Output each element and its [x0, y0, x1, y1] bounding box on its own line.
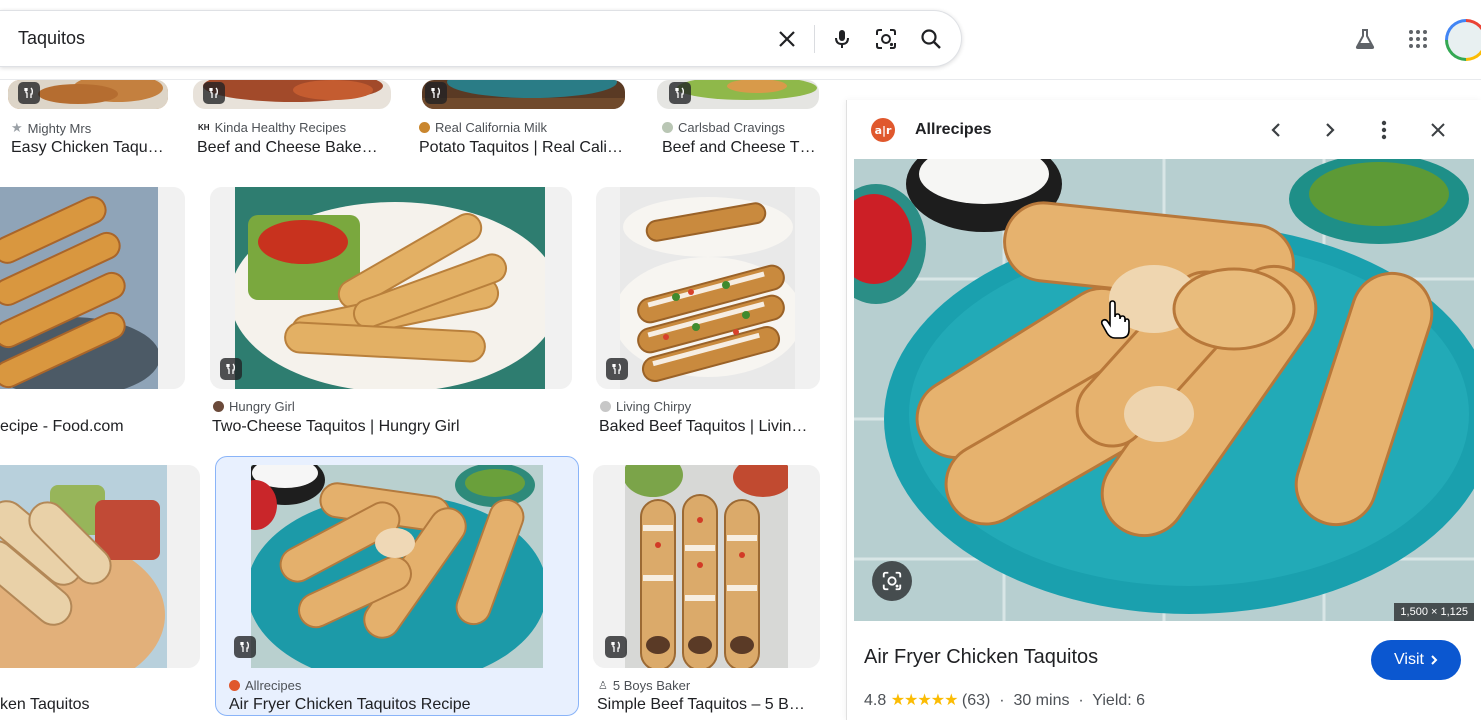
site-logo-icon — [600, 401, 611, 412]
account-avatar[interactable] — [1445, 19, 1481, 61]
recipe-icon — [18, 82, 40, 104]
panel-title[interactable]: Air Fryer Chicken Taquitos — [864, 646, 1098, 669]
microphone-icon[interactable] — [828, 25, 856, 53]
image-preview-panel: a|r Allrecipes 1,500 × 1,125 Air Fryer C… — [846, 100, 1481, 720]
panel-source-name[interactable]: Allrecipes — [915, 121, 991, 139]
site-logo-icon: KH — [198, 123, 210, 132]
site-logo-icon: ♙ — [598, 680, 608, 692]
result-source[interactable]: Carlsbad Cravings — [662, 120, 785, 135]
result-title[interactable]: ken Taquitos — [0, 696, 180, 714]
hand-cursor-icon — [1100, 300, 1130, 339]
chevron-right-icon — [1431, 655, 1438, 665]
result-thumbnail[interactable] — [210, 187, 572, 389]
result-thumbnail[interactable] — [596, 187, 820, 389]
result-source[interactable]: KH Kinda Healthy Recipes — [198, 120, 346, 135]
close-icon[interactable] — [1424, 116, 1452, 144]
source-logo[interactable]: a|r — [871, 118, 895, 142]
result-title[interactable]: Easy Chicken Taqu… — [11, 139, 181, 157]
preview-image[interactable]: 1,500 × 1,125 — [854, 159, 1474, 621]
meta-separator: · — [999, 692, 1005, 709]
image-dimensions: 1,500 × 1,125 — [1394, 603, 1474, 621]
visit-button[interactable]: Visit — [1371, 640, 1461, 680]
rating-value: 4.8 — [864, 692, 887, 709]
result-source[interactable]: Real California Milk — [419, 120, 547, 135]
visual-search-icon[interactable] — [872, 561, 912, 601]
result-title[interactable]: Air Fryer Chicken Taquitos Recipe — [229, 696, 559, 714]
recipe-meta: 4.8 ★★★★★ (63) · 30 mins · Yield: 6 — [864, 690, 1145, 710]
result-title[interactable]: ecipe - Food.com — [0, 418, 180, 436]
site-logo-icon — [229, 680, 240, 691]
result-thumbnail[interactable] — [422, 80, 625, 109]
more-options-icon[interactable] — [1370, 116, 1398, 144]
result-source[interactable]: Allrecipes — [229, 678, 301, 693]
result-title[interactable]: Beef and Cheese T… — [662, 139, 822, 157]
recipe-icon — [669, 82, 691, 104]
result-thumbnail[interactable] — [193, 80, 391, 109]
result-source[interactable]: Hungry Girl — [213, 399, 295, 414]
recipe-icon — [425, 82, 447, 104]
result-source[interactable]: Living Chirpy — [600, 399, 691, 414]
rating-stars: ★★★★★ — [890, 692, 959, 709]
search-input[interactable]: Taquitos — [18, 28, 85, 49]
meta-separator: · — [1078, 692, 1084, 709]
result-thumbnail[interactable] — [593, 465, 820, 668]
recipe-icon — [220, 358, 242, 380]
top-bar: Taquitos — [0, 0, 1481, 80]
result-source[interactable]: ♙ 5 Boys Baker — [598, 678, 690, 693]
result-thumbnail[interactable] — [8, 80, 168, 109]
cook-time: 30 mins — [1013, 692, 1070, 709]
site-logo-icon — [662, 122, 673, 133]
review-count: (63) — [961, 692, 991, 709]
recipe-icon — [203, 82, 225, 104]
result-title[interactable]: Potato Taquitos | Real Cali… — [419, 139, 631, 157]
recipe-icon — [605, 636, 627, 658]
result-thumbnail[interactable] — [0, 187, 185, 389]
result-thumbnail[interactable] — [657, 80, 819, 109]
result-source[interactable]: ★ Mighty Mrs — [11, 120, 91, 136]
apps-grid-icon[interactable] — [1403, 24, 1433, 54]
search-icon[interactable] — [917, 25, 945, 53]
star-icon: ★ — [11, 120, 23, 135]
result-title[interactable]: Simple Beef Taquitos – 5 B… — [597, 696, 819, 714]
site-logo-icon — [419, 122, 430, 133]
result-title[interactable]: Baked Beef Taquitos | Livin… — [599, 418, 821, 436]
search-box[interactable]: Taquitos — [0, 10, 962, 67]
next-icon[interactable] — [1316, 116, 1344, 144]
recipe-icon — [606, 358, 628, 380]
labs-flask-icon[interactable] — [1350, 24, 1380, 54]
recipe-icon — [234, 636, 256, 658]
lens-icon[interactable] — [872, 25, 900, 53]
result-title[interactable]: Two-Cheese Taquitos | Hungry Girl — [212, 418, 542, 436]
recipe-yield: Yield: 6 — [1092, 692, 1146, 709]
result-title[interactable]: Beef and Cheese Bake… — [197, 139, 387, 157]
visit-button-label: Visit — [1394, 651, 1424, 668]
previous-icon[interactable] — [1262, 116, 1290, 144]
clear-icon[interactable] — [773, 25, 801, 53]
site-logo-icon — [213, 401, 224, 412]
search-divider — [814, 25, 815, 53]
result-thumbnail[interactable] — [225, 465, 568, 668]
result-thumbnail[interactable] — [0, 465, 200, 668]
